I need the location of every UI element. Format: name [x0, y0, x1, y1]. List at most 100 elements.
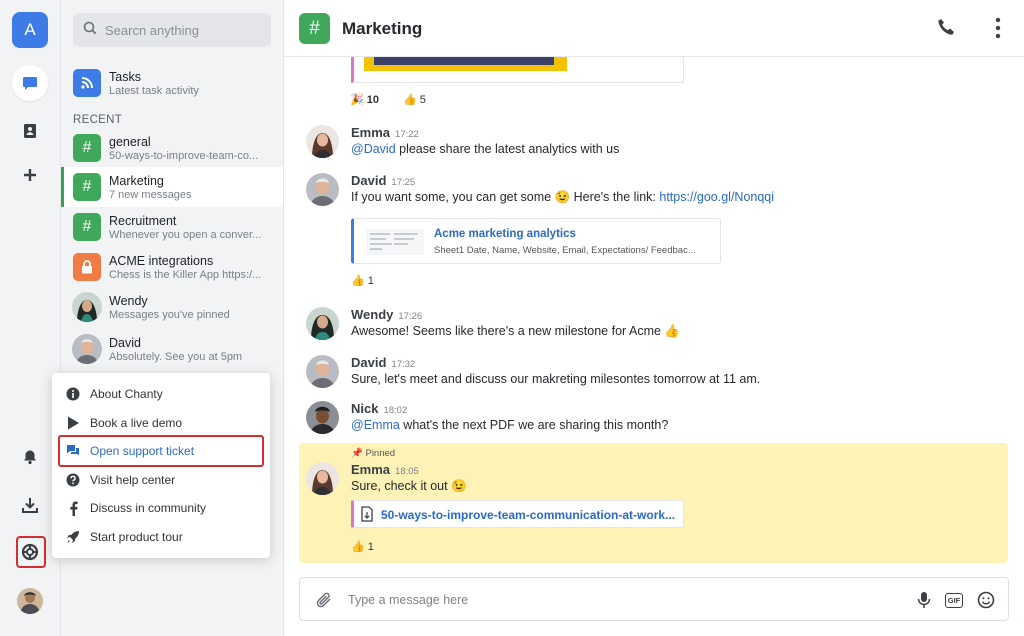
search-input[interactable] — [105, 22, 255, 38]
message-time: 17:22 — [395, 129, 419, 140]
message-author: Emma 17:22 — [351, 125, 419, 140]
message-text: Awesome! Seems like there's a new milest… — [351, 324, 680, 338]
avatar[interactable] — [306, 462, 339, 495]
message-author: David 17:32 — [351, 355, 416, 370]
menu-item-label: Discuss in community — [90, 501, 207, 515]
avatar[interactable] — [306, 173, 339, 206]
help-menu: About Chanty Book a live demo Open suppo… — [52, 373, 270, 558]
reaction-count: 10 — [366, 94, 380, 106]
conversation-title: Recruitment — [109, 214, 177, 228]
workspace-avatar[interactable]: A — [12, 12, 48, 48]
phone-icon[interactable] — [936, 17, 958, 39]
menu-item-book-demo[interactable]: Book a live demo — [52, 409, 270, 437]
message-text: @Emma what's the next PDF we are sharing… — [351, 418, 669, 432]
conversation-subtitle: Latest task activity — [109, 85, 199, 97]
gif-label: GIF — [944, 592, 964, 608]
menu-item-open-support-ticket[interactable]: Open support ticket — [52, 437, 270, 465]
sidebar-item-tasks[interactable]: Tasks Latest task activity — [61, 63, 283, 103]
message-author: Wendy 17:26 — [351, 307, 423, 322]
thumbs-up-icon: 👍 — [351, 541, 365, 553]
reaction-count: 1 — [367, 541, 374, 553]
contacts-icon[interactable] — [12, 113, 48, 149]
menu-item-product-tour[interactable]: Start product tour — [52, 523, 270, 551]
link-preview-title: Acme marketing analytics — [434, 228, 576, 240]
lifebuoy-icon[interactable] — [12, 534, 48, 570]
avatar[interactable] — [306, 401, 339, 434]
sidebar-item-wendy[interactable]: Wendy Messages you've pinned — [61, 287, 283, 329]
page-title: Marketing — [342, 19, 423, 38]
menu-item-about[interactable]: About Chanty — [52, 380, 270, 408]
plus-icon[interactable] — [12, 157, 48, 193]
avatar — [72, 292, 102, 322]
hash-icon: # — [73, 173, 101, 201]
chat-panel: # Marketing 🎉 10 👍 5 Emma 17:22 @David pl… — [284, 0, 1024, 636]
attachment-preview[interactable] — [351, 57, 684, 83]
bell-icon[interactable] — [12, 439, 48, 475]
conversation-title: Marketing — [109, 174, 164, 188]
sidebar-item-recruitment[interactable]: # Recruitment Whenever you open a conver… — [61, 207, 283, 247]
microphone-icon[interactable] — [913, 589, 935, 611]
conversation-title: Wendy — [109, 294, 148, 308]
chat-bubbles-icon — [66, 444, 80, 458]
message-composer: GIF — [299, 577, 1009, 621]
attachment-image — [364, 57, 567, 71]
message-time: 18:05 — [395, 466, 419, 477]
chat-header: # Marketing — [284, 0, 1024, 57]
play-icon — [66, 416, 80, 430]
message-author: Emma 18:05 — [351, 462, 419, 477]
message-time: 17:32 — [391, 359, 416, 370]
lock-icon — [73, 253, 101, 281]
pinned-label: 📌 Pinned — [351, 448, 396, 459]
message-input[interactable] — [348, 590, 888, 610]
more-vertical-icon[interactable] — [988, 16, 1008, 40]
sidebar-item-acme-integrations[interactable]: ACME integrations Chess is the Killer Ap… — [61, 247, 283, 287]
file-icon — [361, 506, 373, 527]
conversation-subtitle: 50-ways-to-improve-team-co... — [109, 150, 259, 162]
reaction-count: 5 — [419, 94, 426, 106]
emoji-icon[interactable] — [975, 589, 997, 611]
avatar[interactable] — [306, 355, 339, 388]
rocket-icon — [66, 530, 80, 544]
menu-item-help-center[interactable]: Visit help center — [52, 466, 270, 494]
avatar[interactable] — [306, 307, 339, 340]
message-time: 18:02 — [383, 405, 408, 416]
sidebar-item-marketing[interactable]: # Marketing 7 new messages — [61, 167, 283, 207]
conversation-title: general — [109, 135, 151, 149]
question-icon — [66, 473, 80, 487]
spreadsheet-thumbnail — [366, 229, 424, 255]
search-box[interactable] — [73, 13, 271, 47]
sidebar-item-david[interactable]: David Absolutely. See you at 5pm — [61, 329, 283, 371]
menu-item-label: Visit help center — [90, 473, 176, 487]
paperclip-icon[interactable] — [313, 589, 335, 611]
reaction-thumbs-up[interactable]: 👍 1 — [351, 274, 374, 287]
reaction-thumbs-up[interactable]: 👍 1 — [351, 540, 374, 553]
conversation-title: Tasks — [109, 70, 141, 84]
thumbs-up-icon: 👍 — [351, 275, 365, 287]
hash-icon: # — [73, 213, 101, 241]
avatar[interactable] — [306, 125, 339, 158]
hash-icon: # — [299, 13, 330, 44]
gif-icon[interactable]: GIF — [943, 589, 965, 611]
reaction-thumbs-up[interactable]: 👍 5 — [403, 93, 426, 106]
conversation-subtitle: Whenever you open a conver... — [109, 229, 262, 241]
user-avatar[interactable] — [17, 588, 43, 614]
reaction-party[interactable]: 🎉 10 — [350, 93, 379, 106]
menu-item-label: Book a live demo — [90, 416, 183, 430]
conversation-subtitle: Absolutely. See you at 5pm — [109, 351, 243, 363]
menu-item-label: Start product tour — [90, 530, 183, 544]
menu-item-community[interactable]: Discuss in community — [52, 494, 270, 522]
sidebar-item-general[interactable]: # general 50-ways-to-improve-team-co... — [61, 128, 283, 168]
link-preview-card[interactable]: Acme marketing analytics Sheet1 Date, Na… — [351, 218, 721, 264]
mention[interactable]: @Emma — [351, 418, 400, 432]
file-name: 50-ways-to-improve-team-communication-at… — [381, 508, 676, 522]
chat-icon[interactable] — [12, 65, 48, 101]
message-author: Nick 18:02 — [351, 401, 408, 416]
download-icon[interactable] — [12, 487, 48, 523]
reaction-count: 1 — [367, 275, 374, 287]
hash-icon: # — [73, 134, 101, 162]
file-attachment[interactable]: 50-ways-to-improve-team-communication-at… — [351, 500, 684, 528]
conversation-title: ACME integrations — [109, 254, 214, 268]
workspace-initial: A — [24, 20, 36, 39]
mention[interactable]: @David — [351, 142, 396, 156]
message-link[interactable]: https://goo.gl/Nonqqi — [659, 190, 774, 204]
